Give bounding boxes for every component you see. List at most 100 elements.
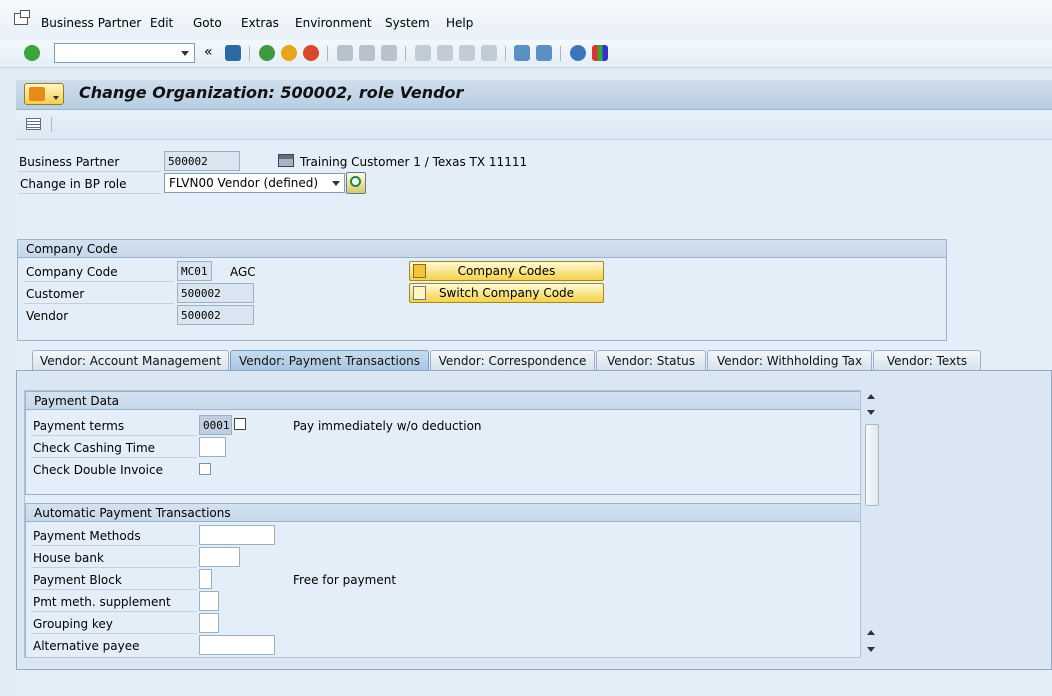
tab-texts[interactable]: Vendor: Texts — [873, 350, 981, 370]
scroll-down-icon[interactable] — [867, 647, 875, 652]
vertical-scrollbar[interactable] — [864, 390, 880, 658]
menu-bar: Business Partner Edit Goto Extras Enviro… — [0, 0, 1052, 40]
menu-system[interactable]: System — [385, 16, 430, 30]
cancel-icon[interactable] — [303, 45, 319, 61]
payment-block-text: Free for payment — [293, 573, 397, 587]
scroll-up-icon[interactable] — [867, 394, 875, 399]
bp-description: Training Customer 1 / Texas TX 11111 — [300, 155, 528, 169]
house-bank-field[interactable] — [199, 547, 240, 567]
page-down-icon[interactable] — [867, 410, 875, 415]
pmt-supplement-field[interactable] — [199, 591, 219, 611]
company-code-field: MC01 — [177, 261, 212, 281]
toolbar-separator — [405, 46, 406, 61]
tab-withholding-tax[interactable]: Vendor: Withholding Tax — [707, 350, 872, 370]
toolbar-separator — [249, 46, 250, 61]
menu-help[interactable]: Help — [446, 16, 473, 30]
role-search-button[interactable] — [346, 172, 366, 194]
tab-correspondence[interactable]: Vendor: Correspondence — [430, 350, 595, 370]
first-page-icon[interactable] — [415, 45, 431, 61]
previous-page-icon[interactable] — [437, 45, 453, 61]
label-underline — [31, 611, 197, 612]
label-underline — [24, 281, 174, 282]
exit-icon[interactable] — [281, 45, 297, 61]
switch-company-code-button[interactable]: Switch Company Code — [409, 283, 604, 303]
organization-icon — [278, 154, 294, 167]
role-select-value: FLVN00 Vendor (defined) — [169, 176, 319, 190]
find-icon[interactable] — [359, 45, 375, 61]
payment-block-label: Payment Block — [33, 573, 122, 587]
label-underline — [31, 545, 197, 546]
tab-strip: Vendor: Account Management Vendor: Payme… — [16, 350, 1052, 370]
alternative-payee-label: Alternative payee — [33, 639, 140, 653]
vendor-field: 500002 — [177, 305, 254, 325]
vendor-label: Vendor — [26, 309, 69, 323]
group-title: Payment Data — [26, 392, 860, 410]
search-icon — [350, 176, 361, 187]
create-session-icon[interactable] — [514, 45, 530, 61]
title-bar: Change Organization: 500002, role Vendor — [16, 80, 1052, 110]
bp-icon — [29, 87, 45, 101]
switch-company-code-button-label: Switch Company Code — [438, 286, 575, 300]
page-up-icon[interactable] — [867, 630, 875, 635]
enter-icon[interactable] — [24, 45, 40, 61]
payment-methods-label: Payment Methods — [33, 529, 141, 543]
toolbar-separator — [327, 46, 328, 61]
grouping-key-field[interactable] — [199, 613, 219, 633]
scrollbar-thumb[interactable] — [865, 424, 879, 506]
automatic-payment-group: Automatic Payment Transactions — [25, 503, 860, 657]
alternative-payee-field[interactable] — [199, 635, 275, 655]
company-code-text: AGC — [230, 265, 256, 279]
menu-goto[interactable]: Goto — [193, 16, 222, 30]
company-code-label: Company Code — [26, 265, 118, 279]
generate-shortcut-icon[interactable] — [536, 45, 552, 61]
find-next-icon[interactable] — [381, 45, 397, 61]
menu-business-partner[interactable]: Business Partner — [41, 16, 141, 30]
save-icon[interactable] — [225, 45, 241, 61]
back-icon[interactable] — [259, 45, 275, 61]
payment-terms-field[interactable]: 0001 — [199, 415, 232, 435]
double-invoice-checkbox[interactable] — [199, 463, 211, 475]
system-menu-icon[interactable] — [14, 10, 30, 25]
bp-number-field: 500002 — [164, 151, 240, 171]
check-cashing-label: Check Cashing Time — [33, 441, 156, 455]
company-codes-button-label: Company Codes — [457, 264, 556, 278]
toolbar-separator — [51, 117, 52, 132]
check-cashing-field[interactable] — [199, 437, 226, 457]
menu-environment[interactable]: Environment — [295, 16, 372, 30]
list-icon[interactable] — [26, 118, 41, 130]
chevron-down-icon[interactable] — [181, 51, 189, 56]
customize-layout-icon[interactable] — [592, 45, 608, 61]
last-page-icon[interactable] — [481, 45, 497, 61]
group-title: Company Code — [18, 240, 946, 258]
payment-block-field[interactable] — [199, 569, 212, 589]
page-title: Change Organization: 500002, role Vendor — [79, 83, 464, 102]
tab-account-management[interactable]: Vendor: Account Management — [32, 350, 229, 370]
label-underline — [31, 457, 197, 458]
label-underline — [31, 435, 197, 436]
role-select[interactable]: FLVN00 Vendor (defined) — [164, 173, 345, 193]
copy-icon[interactable] — [234, 418, 246, 430]
tab-status[interactable]: Vendor: Status — [596, 350, 706, 370]
print-icon[interactable] — [337, 45, 353, 61]
next-page-icon[interactable] — [459, 45, 475, 61]
toolbar-separator — [560, 46, 561, 61]
toolbar-separator — [505, 46, 506, 61]
customer-label: Customer — [26, 287, 85, 301]
label-underline — [18, 193, 161, 194]
menu-extras[interactable]: Extras — [241, 16, 279, 30]
menu-edit[interactable]: Edit — [150, 16, 173, 30]
help-icon[interactable] — [570, 45, 586, 61]
chevron-down-icon[interactable] — [332, 181, 340, 186]
company-codes-button[interactable]: Company Codes — [409, 261, 604, 281]
tab-payment-transactions[interactable]: Vendor: Payment Transactions — [230, 350, 429, 370]
bp-label: Business Partner — [19, 155, 120, 169]
house-bank-label: House bank — [33, 551, 104, 565]
collapse-icon[interactable]: « — [204, 44, 213, 60]
chevron-down-icon — [53, 96, 59, 100]
payment-terms-label: Payment terms — [33, 419, 125, 433]
command-field[interactable] — [54, 43, 195, 63]
payment-methods-field[interactable] — [199, 525, 275, 545]
customer-field: 500002 — [177, 283, 254, 303]
bp-menu-button[interactable] — [24, 83, 64, 105]
label-underline — [24, 303, 174, 304]
